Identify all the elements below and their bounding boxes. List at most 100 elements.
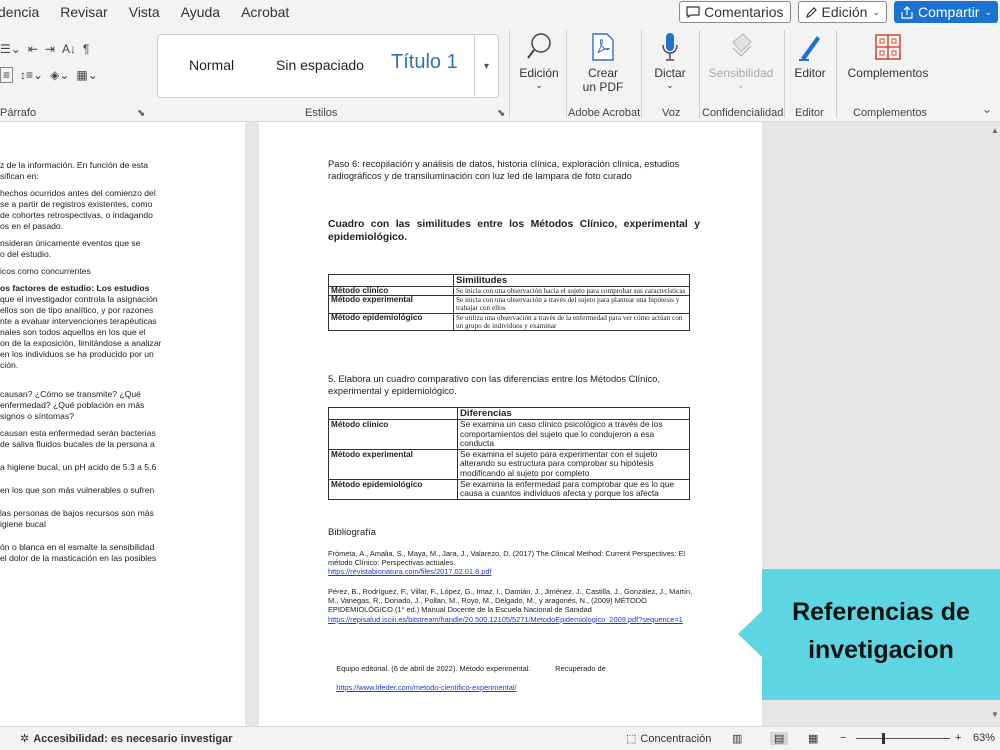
web-layout-icon[interactable]: ▦ [808,732,818,745]
reference-item: Frómeta, A., Amalia, S., Maya, M., Jara,… [328,549,700,577]
status-bar: ✲ Accesibilidad: es necesario investigar… [0,726,1000,750]
previous-page-line: causan esta enfermedad serán bacterias [0,428,156,438]
tab-ayuda[interactable]: Ayuda [181,4,220,20]
tab-referencias[interactable]: dencia [0,4,39,20]
similarities-heading: Cuadro con las similitudes entre los Mét… [328,219,700,243]
previous-page-line: que el investigador controla la asignaci… [0,294,158,304]
scroll-down-icon[interactable]: ▼ [991,710,999,719]
style-normal[interactable]: Normal [189,57,234,73]
tab-acrobat[interactable]: Acrobat [241,4,289,20]
chevron-down-icon: ⌄ [872,6,880,17]
accessibility-status[interactable]: ✲ Accesibilidad: es necesario investigar [20,732,233,746]
table-header: Diferencias [457,407,690,420]
dictate-button[interactable]: Dictar ⌄ [648,28,692,91]
addins-grid-icon [875,34,901,60]
bibliography-heading: Bibliografía [328,527,376,538]
edicion-label: Edición [519,66,559,80]
zoom-level[interactable]: 63% [973,732,995,744]
callout-text: Referencias de invetigacion [762,593,1000,669]
ribbon-collapse-icon[interactable]: ⌄ [982,102,992,116]
previous-page-line: on de la exposición, limitándose a anali… [0,338,162,348]
print-layout-icon[interactable]: ▤ [770,732,789,745]
style-no-spacing[interactable]: Sin espaciado [276,57,364,73]
scroll-up-icon[interactable]: ▲ [991,126,999,135]
chevron-down-icon: ⌄ [984,6,992,17]
styles-more-button[interactable]: ▾ [474,35,498,97]
table-corner-cell [328,407,458,420]
previous-page-line: ellos son de tipo analítico, y por razon… [0,305,154,315]
dictate-label: Dictar [654,66,686,80]
sort-icon[interactable]: A↓ [62,42,76,56]
previous-page-line: las personas de bajos recursos son más [0,508,154,518]
ribbon: ☰⌄ ⇤ ⇥ A↓ ¶ ≡ ↕≡⌄ ◈⌄ ▦⌄ Párrafo ⬊ Normal… [0,24,1000,122]
edicion-button[interactable]: Edición ⌄ [514,28,564,91]
reference-link[interactable]: https://repisalud.isciii.es/bitstream/ha… [328,615,683,624]
justify-icon[interactable]: ≡ [0,67,14,83]
previous-page-line: igiene bucal [0,519,46,529]
increase-indent-icon[interactable]: ⇥ [45,42,55,56]
reference-text: Equipo editorial. (6 de abril de 2022). … [336,664,606,674]
reference-link[interactable]: https://revistabionatura.com/files/2017.… [328,567,492,576]
search-icon [527,33,551,59]
previous-page-line: z de la información. En función de esta [0,160,149,170]
zoom-out-button[interactable]: − [840,732,846,744]
create-pdf-button[interactable]: Crear un PDF [574,28,632,94]
ribbon-divider [509,30,510,118]
paragraph-group-label: Párrafo [0,107,37,119]
line-spacing-icon[interactable]: ↕≡⌄ [20,68,43,82]
decrease-indent-icon[interactable]: ⇤ [28,42,38,56]
tab-revisar[interactable]: Revisar [60,4,107,20]
pilcrow-icon[interactable]: ¶ [83,42,89,56]
editor-button[interactable]: Editor [789,28,831,80]
previous-page-line: de saliva fluidos bucales de la persona … [0,439,155,449]
editing-mode-button[interactable]: Edición ⌄ [797,1,887,23]
reference-text: Pérez, B., Rodríguez, F., Villar, F., Ló… [328,587,693,615]
style-title1[interactable]: Título 1 [391,51,458,74]
chevron-down-icon: ⌄ [535,80,543,90]
microphone-icon [662,33,678,61]
confidentiality-group-label: Confidencialidad [702,107,784,119]
table-row-label: Método clínico [328,419,458,450]
tab-vista[interactable]: Vista [129,4,160,20]
zoom-slider[interactable] [856,733,950,744]
borders-icon[interactable]: ▦⌄ [76,68,97,82]
list-numbering-icon[interactable]: ☰⌄ [0,42,21,56]
ribbon-divider [784,30,785,118]
table-header-row: Similitudes [328,274,690,287]
previous-page-line: sifican en: [0,171,39,181]
accessibility-icon: ✲ [20,733,30,745]
addins-button[interactable]: Complementos [843,28,933,80]
table-cell: Se inicia con una observación hacia el s… [453,285,690,297]
table-cell: Se examina la enfermedad para comprobar … [457,478,690,500]
chevron-down-icon: ⌄ [737,80,745,90]
share-button[interactable]: Compartir ⌄ [893,1,998,23]
similarities-table: Similitudes Método clínico Se inicia con… [328,274,690,332]
shading-icon[interactable]: ◈⌄ [50,68,69,82]
editing-label: Edición [821,4,868,20]
previous-page-line: o del estudio. [0,249,52,259]
document-page[interactable]: Paso 6: recopilación y análisis de datos… [259,122,762,726]
table-row: Método clínico Se examina un caso clínic… [328,419,690,450]
sensitivity-button[interactable]: Sensibilidad ⌄ [704,28,778,91]
table-cell: Se examina un caso clínico psicológico a… [457,419,690,450]
zoom-slider-thumb[interactable] [882,733,885,744]
differences-table: Diferencias Método clínico Se examina un… [328,407,690,500]
zoom-in-button[interactable]: + [955,732,961,744]
read-mode-icon[interactable]: ▥ [732,732,742,745]
reference-text: Frómeta, A., Amalia, S., Maya, M., Jara,… [328,549,686,568]
previous-page-line: ción. [0,360,19,370]
editor-label: Editor [794,66,826,80]
paragraph-launcher-icon[interactable]: ⬊ [137,108,145,119]
previous-page-line: de cohortes retrospectivas, o indagando [0,210,153,220]
reference-link[interactable]: https://www.lifeder.com/metodo-cientific… [336,683,516,692]
previous-page-line: hechos ocurridos antes del comienzo del [0,188,156,198]
comments-label: Comentarios [704,4,784,20]
styles-launcher-icon[interactable]: ⬊ [497,108,505,119]
focus-mode-button[interactable]: ⬚ Concentración [626,732,711,746]
editor-pen-icon [799,36,820,61]
reference-item: Pérez, B., Rodríguez, F., Villar, F., Ló… [328,587,700,624]
table-header-row: Diferencias [328,407,690,420]
sensitivity-label: Sensibilidad [708,66,774,80]
comments-button[interactable]: Comentarios [679,1,791,23]
table-row-label: Método experimental [328,448,458,480]
